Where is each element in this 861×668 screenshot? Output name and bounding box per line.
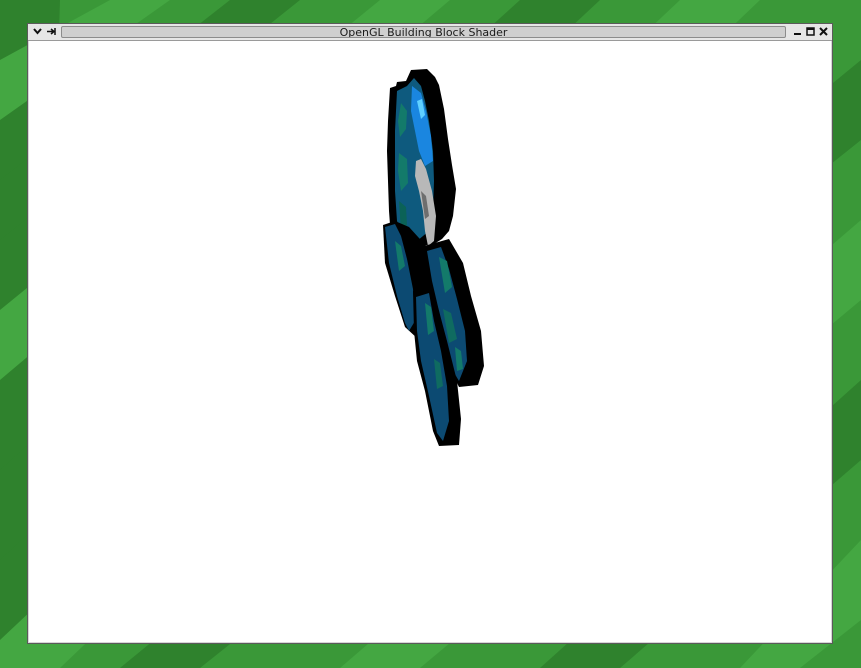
window-titlebar[interactable]: OpenGL Building Block Shader: [28, 24, 832, 41]
minimize-icon: [793, 27, 802, 36]
maximize-icon: [806, 27, 815, 36]
window-maximize-button[interactable]: [804, 25, 817, 38]
window-minimize-button[interactable]: [791, 25, 804, 38]
close-icon: [819, 27, 828, 36]
chevron-down-icon: [33, 28, 42, 35]
rendered-block-figure: [383, 69, 484, 446]
opengl-viewport[interactable]: [29, 41, 831, 642]
window-title: OpenGL Building Block Shader: [61, 26, 786, 38]
pin-icon: [46, 27, 56, 36]
window-close-button[interactable]: [817, 25, 830, 38]
desktop-background: OpenGL Building Block Shader: [0, 0, 861, 668]
window-pin-button[interactable]: [44, 25, 57, 38]
application-window: OpenGL Building Block Shader: [27, 23, 833, 644]
window-menu-button[interactable]: [31, 25, 44, 38]
